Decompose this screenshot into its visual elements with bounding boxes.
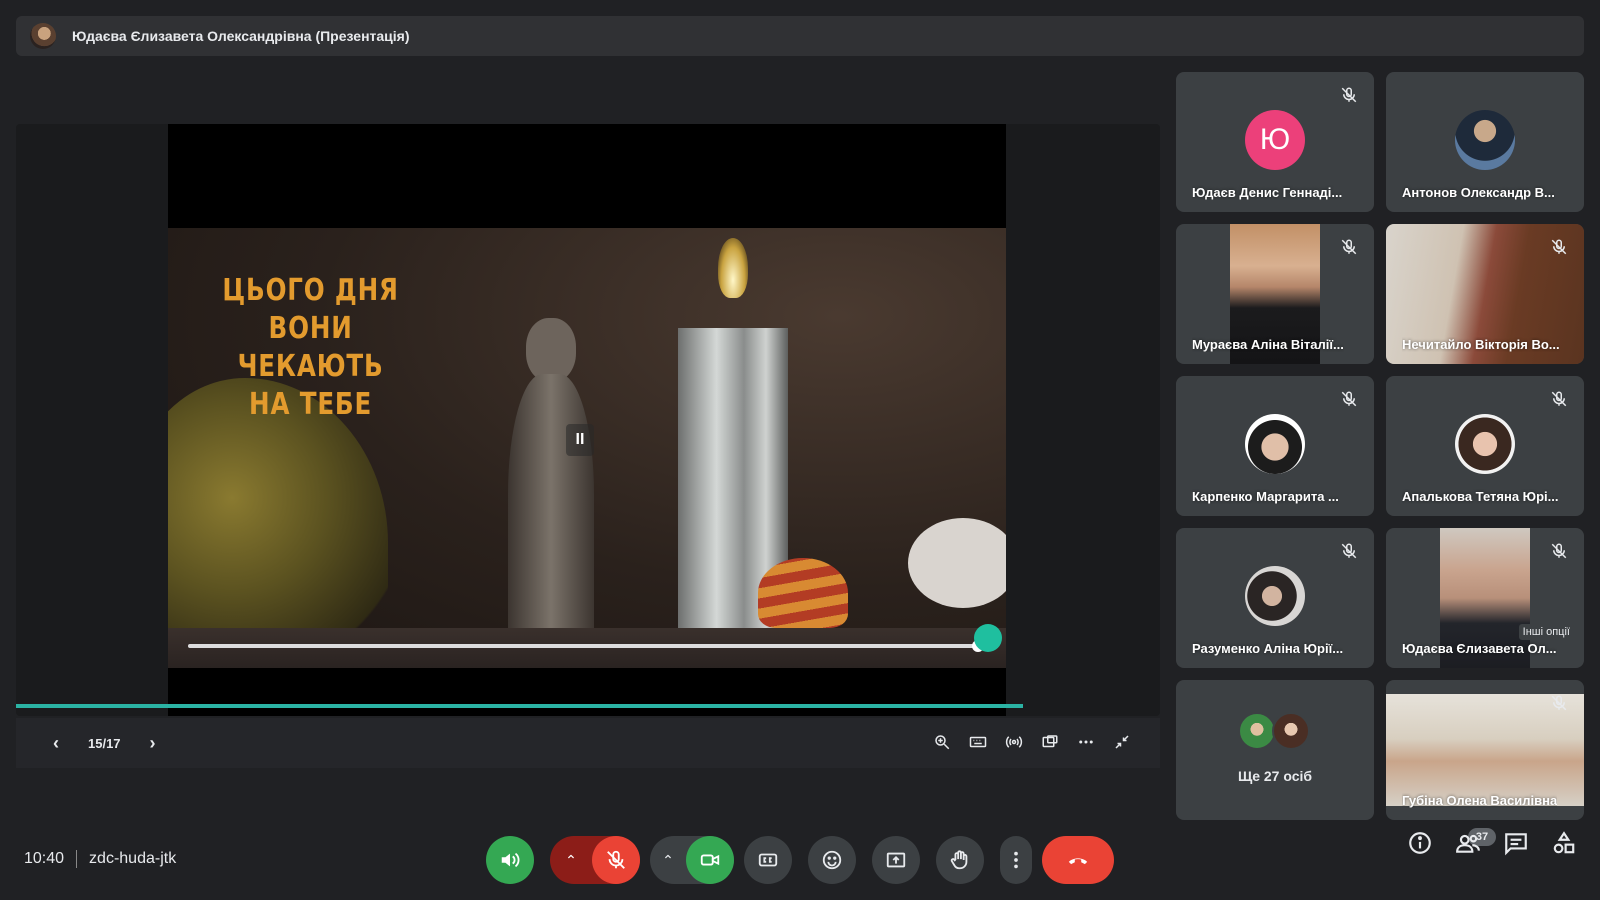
participant-name: Разуменко Аліна Юрії... — [1192, 641, 1344, 656]
reactions-button[interactable] — [808, 836, 856, 884]
present-screen-button[interactable] — [872, 836, 920, 884]
call-end-icon — [1068, 858, 1088, 865]
participant-avatar — [1272, 712, 1310, 750]
participant-avatar — [1245, 414, 1305, 474]
participant-tile[interactable]: Інші опції Юдаєва Єлизавета Ол... — [1386, 528, 1584, 668]
more-vert-icon — [1014, 851, 1018, 869]
call-controls-bar: 10:40 zdc-huda-jtk ⌃ ⌃ 37 — [0, 820, 1600, 900]
more-participants-tile[interactable]: Ще 27 осіб — [1176, 680, 1374, 820]
participant-avatar — [1238, 712, 1276, 750]
participant-avatar — [1455, 414, 1515, 474]
more-options-tooltip: Інші опції — [1518, 624, 1574, 640]
participant-name: Юдаєв Денис Геннаді... — [1192, 185, 1343, 200]
participant-tile[interactable]: Мураєва Аліна Віталії... — [1176, 224, 1374, 364]
mic-off-icon — [1551, 391, 1567, 407]
knit-hat-shape — [758, 558, 848, 628]
hand-icon — [950, 850, 968, 870]
slide-controls: ‹ 15/17 › — [16, 718, 1160, 768]
keyboard-icon[interactable] — [968, 730, 988, 754]
more-participants-label: Ще 27 осіб — [1237, 768, 1313, 784]
prev-slide-button[interactable]: ‹ — [46, 733, 66, 754]
presenter-avatar — [30, 23, 56, 49]
zoom-in-icon[interactable] — [932, 730, 952, 754]
slide-nav: ‹ 15/17 › — [46, 733, 163, 754]
mic-off-icon — [1341, 543, 1357, 559]
mic-off-icon — [1551, 543, 1567, 559]
present-to-all-icon — [886, 852, 906, 868]
emoji-icon — [822, 850, 842, 870]
raise-hand-button[interactable] — [936, 836, 984, 884]
slogan-line-3: НА ТЕБЕ — [249, 387, 373, 422]
participant-tile[interactable]: Апалькова Тетяна Юрі... — [1386, 376, 1584, 516]
meeting-details-icon[interactable] — [1407, 830, 1433, 856]
presenter-bar: Юдаєва Єлизавета Олександрівна (Презента… — [16, 16, 1584, 56]
videocam-icon — [700, 854, 720, 866]
participant-tile[interactable]: Губіна Олена Василівна — [1386, 680, 1584, 820]
participant-name: Мураєва Аліна Віталії... — [1192, 337, 1344, 352]
participant-name: Антонов Олександр В... — [1402, 185, 1555, 200]
volume-icon — [501, 852, 520, 868]
more-options-button[interactable] — [1000, 836, 1032, 884]
flowers-shape — [168, 628, 1006, 668]
participant-name: Губіна Олена Василівна — [1402, 793, 1558, 808]
slide-slogan: ЦЬОГО ДНЯ ВОНИ ЧЕКАЮТЬ НА ТЕБЕ — [204, 272, 417, 424]
speaker-button[interactable] — [486, 836, 534, 884]
mic-off-icon — [1341, 391, 1357, 407]
participant-tile[interactable]: Антонов Олександр В... — [1386, 72, 1584, 212]
camera-options-chevron-icon[interactable]: ⌃ — [650, 852, 686, 869]
participant-name: Апалькова Тетяна Юрі... — [1402, 489, 1559, 504]
participant-name: Юдаєва Єлизавета Ол... — [1402, 641, 1557, 656]
mic-off-icon — [1341, 239, 1357, 255]
video-seek-bar[interactable] — [188, 640, 984, 652]
participant-tile[interactable]: Карпенко Маргарита ... — [1176, 376, 1374, 516]
people-icon[interactable] — [1455, 830, 1481, 856]
participant-tile[interactable]: Разуменко Аліна Юрії... — [1176, 528, 1374, 668]
mic-off-icon — [607, 850, 625, 869]
mic-button-group[interactable]: ⌃ — [550, 836, 640, 884]
meeting-code: zdc-huda-jtk — [89, 850, 177, 867]
more-horiz-icon[interactable] — [1076, 730, 1096, 754]
slide-tools — [932, 730, 1132, 754]
more-participants-avatars — [1238, 712, 1310, 750]
meeting-info: 10:40 zdc-huda-jtk — [24, 850, 176, 868]
scarf-shape — [908, 518, 1006, 608]
pointer-cursor — [974, 624, 1002, 652]
slogan-line-2: ВОНИ ЧЕКАЮТЬ — [237, 311, 384, 384]
exit-fullscreen-icon[interactable] — [1112, 730, 1132, 754]
mic-options-chevron-icon[interactable]: ⌃ — [550, 852, 592, 869]
mic-off-icon — [1341, 87, 1357, 103]
meeting-time: 10:40 — [24, 850, 65, 867]
presenter-title: Юдаєва Єлизавета Олександрівна (Презента… — [72, 28, 410, 44]
mic-off-icon — [1551, 239, 1567, 255]
end-call-button[interactable] — [1042, 836, 1114, 884]
participant-initial-avatar: Ю — [1245, 110, 1305, 170]
camera-button-group[interactable]: ⌃ — [650, 836, 734, 884]
camera-toggle-button[interactable] — [686, 836, 734, 884]
next-slide-button[interactable]: › — [143, 733, 163, 754]
participant-tile[interactable]: Ю Юдаєв Денис Геннаді... — [1176, 72, 1374, 212]
slide-canvas: ЦЬОГО ДНЯ ВОНИ ЧЕКАЮТЬ НА ТЕБЕ II — [168, 124, 1006, 716]
activities-icon[interactable] — [1551, 830, 1577, 856]
slide-video-frame: ЦЬОГО ДНЯ ВОНИ ЧЕКАЮТЬ НА ТЕБЕ II — [168, 228, 1006, 668]
broadcast-icon[interactable] — [1004, 730, 1024, 754]
closed-captions-icon — [758, 853, 778, 867]
picture-in-picture-icon[interactable] — [1040, 730, 1060, 754]
video-pause-button[interactable]: II — [566, 424, 594, 456]
mic-toggle-button[interactable] — [592, 836, 640, 884]
presentation-stage: ЦЬОГО ДНЯ ВОНИ ЧЕКАЮТЬ НА ТЕБЕ II — [16, 124, 1160, 716]
chat-icon[interactable] — [1503, 830, 1529, 856]
mic-off-icon — [1551, 695, 1567, 711]
slide-counter: 15/17 — [88, 735, 121, 751]
participant-name: Нечитайло Вікторія Во... — [1402, 337, 1560, 352]
participant-avatar — [1245, 566, 1305, 626]
slogan-line-1: ЦЬОГО ДНЯ — [222, 273, 399, 308]
separator — [76, 850, 78, 868]
participant-avatar — [1455, 110, 1515, 170]
captions-button[interactable] — [744, 836, 792, 884]
slide-progress-bar — [16, 704, 1023, 708]
participant-tile[interactable]: Нечитайло Вікторія Во... — [1386, 224, 1584, 364]
participant-name: Карпенко Маргарита ... — [1192, 489, 1339, 504]
statue-shape — [488, 318, 608, 668]
